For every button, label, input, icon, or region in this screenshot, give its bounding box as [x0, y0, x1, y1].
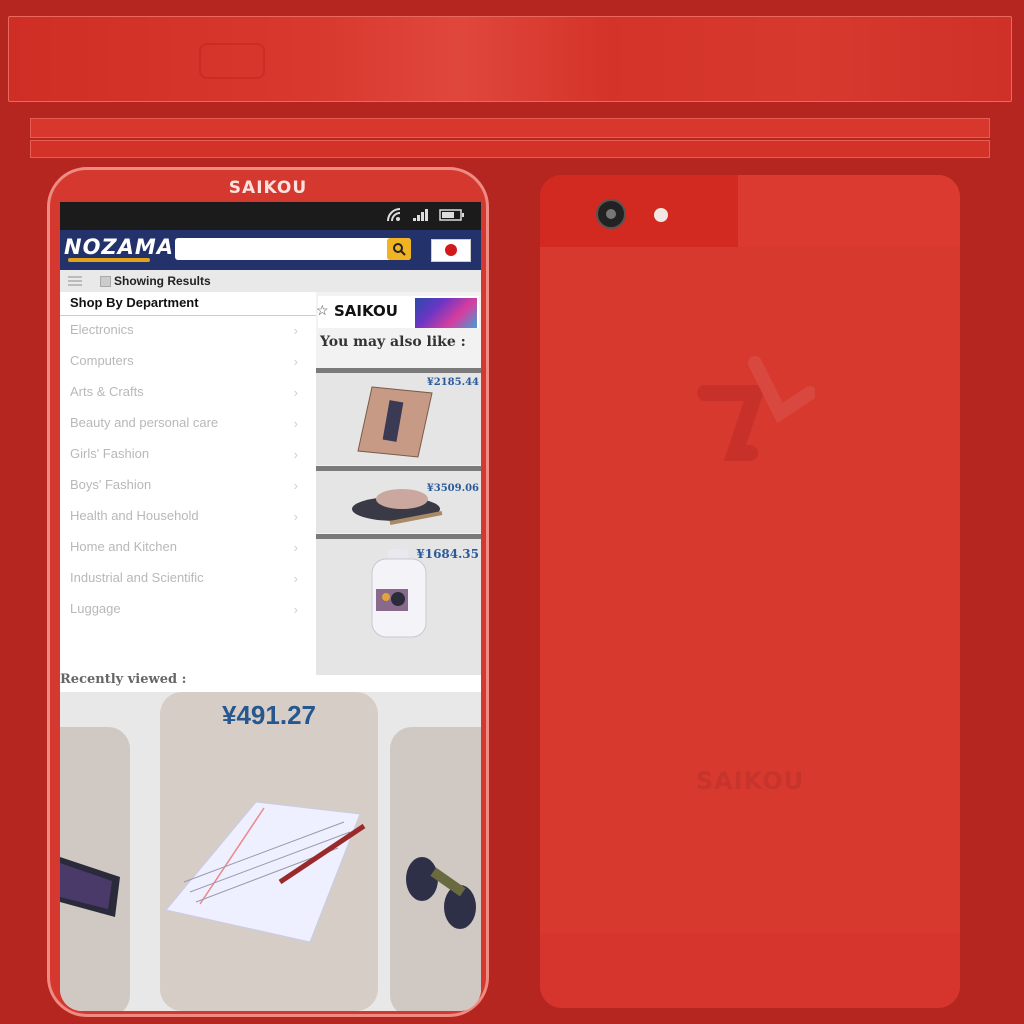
back-bottom-band — [540, 933, 960, 1008]
recommended-item[interactable]: ¥2185.44 — [316, 368, 481, 465]
poster-image — [357, 386, 433, 458]
wifi-icon — [387, 208, 401, 222]
department-item[interactable]: Computers › — [60, 351, 316, 382]
recommended-price: ¥2185.44 — [426, 377, 479, 388]
camera-icon — [596, 199, 626, 229]
recommendation-panel: ☆ SAIKOU You may also like : ¥2185.44 ¥3 — [316, 292, 481, 675]
store-header: NOZAMA — [60, 230, 481, 270]
chevron-right-icon: › — [293, 354, 298, 369]
phone-side-top — [8, 16, 1012, 102]
department-item[interactable]: Health and Household › — [60, 506, 316, 537]
search-input[interactable] — [175, 238, 411, 260]
results-bar: Showing Results — [60, 270, 481, 292]
chevron-right-icon: › — [293, 571, 298, 586]
status-icons — [387, 208, 465, 222]
department-title: Shop By Department — [60, 292, 316, 316]
department-list: Electronics › Computers › Arts & Crafts › B… — [60, 320, 316, 630]
flag-japan-icon[interactable] — [431, 239, 471, 262]
phone-front: SAIKOU NOZAMA Showing Results Shop By De… — [47, 167, 489, 1017]
recent-item-price: ¥491.27 — [222, 700, 316, 730]
chevron-right-icon: › — [293, 602, 298, 617]
department-panel: Shop By Department Electronics › Computer… — [60, 292, 316, 648]
chevron-right-icon: › — [293, 509, 298, 524]
recently-viewed-carousel: ¥491.27 — [60, 692, 481, 1011]
side-button — [199, 43, 265, 79]
department-item[interactable]: Arts & Crafts › — [60, 382, 316, 413]
recommended-price: ¥3509.06 — [426, 483, 479, 494]
phone-side-edge-2 — [30, 140, 990, 158]
flash-icon — [654, 208, 668, 222]
recommended-price: ¥1684.35 — [416, 547, 479, 561]
tablet-image — [60, 857, 120, 917]
brand-logo-icon — [697, 356, 815, 461]
phone-back: SAIKOU — [540, 175, 960, 1008]
phone-brand-top: SAIKOU — [228, 178, 308, 198]
phone-screen: NOZAMA Showing Results Shop By Departmen… — [60, 202, 481, 1011]
chevron-right-icon: › — [293, 416, 298, 431]
search-button[interactable] — [387, 238, 411, 260]
recent-item-featured[interactable]: ¥491.27 — [160, 692, 378, 1011]
department-item[interactable]: Electronics › — [60, 320, 316, 351]
back-brand: SAIKOU — [695, 767, 805, 795]
recently-viewed-label: Recently viewed : — [60, 672, 187, 687]
status-bar — [60, 202, 481, 230]
results-checkbox[interactable] — [100, 276, 111, 287]
department-item[interactable]: Luggage › — [60, 599, 316, 630]
battery-icon — [439, 209, 464, 221]
department-item[interactable]: Home and Kitchen › — [60, 537, 316, 568]
recent-item-right[interactable] — [390, 727, 481, 1011]
department-item[interactable]: Girls' Fashion › — [60, 444, 316, 475]
saikou-banner[interactable]: ☆ SAIKOU — [316, 296, 479, 328]
camera-module — [540, 175, 738, 247]
recent-item-left[interactable] — [60, 727, 130, 1011]
dumbbell-image — [406, 857, 476, 929]
department-item[interactable]: Boys' Fashion › — [60, 475, 316, 506]
chevron-right-icon: › — [293, 447, 298, 462]
department-item[interactable]: Beauty and personal care › — [60, 413, 316, 444]
chevron-right-icon: › — [293, 478, 298, 493]
menu-icon[interactable] — [68, 274, 82, 288]
chevron-right-icon: › — [293, 540, 298, 555]
signal-icon — [413, 209, 428, 221]
banner-image — [415, 298, 477, 328]
recommend-title: You may also like : — [320, 334, 466, 350]
search-icon — [393, 243, 406, 256]
logo-arrow — [68, 258, 150, 262]
recommended-item[interactable]: ¥3509.06 — [316, 466, 481, 533]
brand-star-icon: ☆ — [316, 302, 329, 318]
recommended-item[interactable]: ¥1684.35 — [316, 534, 481, 675]
phone-side-edge-1 — [30, 118, 990, 138]
notepad-image — [165, 801, 366, 943]
banner-text: SAIKOU — [334, 302, 398, 320]
chevron-right-icon: › — [293, 385, 298, 400]
chevron-right-icon: › — [293, 323, 298, 338]
department-item[interactable]: Industrial and Scientific › — [60, 568, 316, 599]
store-logo[interactable]: NOZAMA — [64, 235, 174, 259]
showing-results-label: Showing Results — [114, 274, 211, 288]
